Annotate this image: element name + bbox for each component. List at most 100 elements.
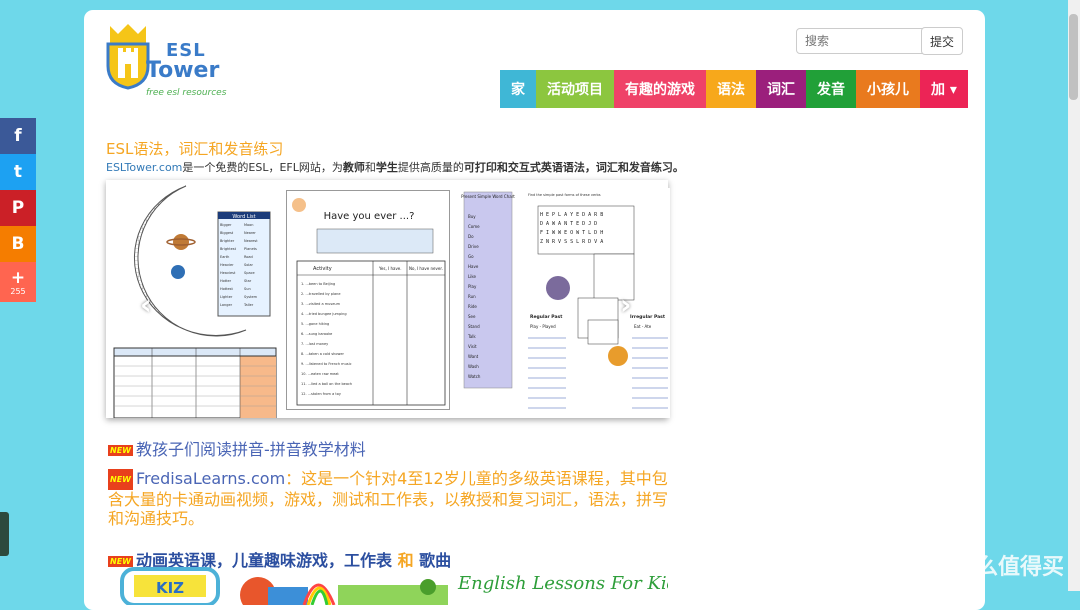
example-regular: Play - Played — [530, 324, 556, 329]
svg-text:H E P L A Y E D A R B: H E P L A Y E D A R B — [540, 212, 603, 218]
moon-wordsearch-graphic: Word List Bigger Moon Biggest Nearer Brigh… — [113, 185, 277, 418]
worksheet-slider[interactable]: Word List Bigger Moon Biggest Nearer Brigh… — [106, 180, 670, 418]
svg-text:Want: Want — [468, 354, 479, 359]
search-submit-button[interactable]: 提交 — [921, 27, 963, 55]
svg-text:F I W W E O W T L D H: F I W W E O W T L D H — [540, 230, 603, 236]
slide-vocab-worksheet: Word List Bigger Moon Biggest Nearer Brigh… — [106, 180, 282, 418]
svg-text:10. ...eaten raw meat: 10. ...eaten raw meat — [301, 372, 339, 376]
intro-students: 学生 — [375, 161, 398, 174]
svg-text:Stand: Stand — [468, 324, 480, 329]
facebook-icon: f — [14, 126, 22, 146]
kids-lessons-banner[interactable]: KIZ English Lessons For Kids — [108, 565, 668, 605]
smzdm-watermark: 值 什么值得买 — [912, 548, 1064, 582]
svg-text:7. ...lost money: 7. ...lost money — [301, 342, 328, 346]
site-logo[interactable]: ESL Tower free esl resources — [106, 22, 236, 102]
svg-text:Road: Road — [244, 255, 253, 259]
side-feedback-tab[interactable] — [0, 512, 9, 556]
svg-text:Bigger: Bigger — [220, 223, 232, 227]
news-item-pinyin[interactable]: NEW 教孩子们阅读拼音-拼音教学材料 — [108, 436, 366, 460]
svg-text:Heaviest: Heaviest — [220, 271, 236, 275]
svg-text:Hottest: Hottest — [220, 287, 233, 291]
pinterest-icon: P — [11, 198, 25, 218]
nav-activities[interactable]: 活动项目 — [536, 70, 614, 108]
blogger-share-button[interactable]: B — [0, 226, 36, 262]
svg-text:Ride: Ride — [468, 304, 477, 309]
past-tense-wordsearch-graphic: Present Simple Word Chart Buy Come Do Driv… — [461, 191, 668, 409]
intro-teachers: 教师 — [342, 161, 365, 174]
nav-pronunciation[interactable]: 发音 — [806, 70, 856, 108]
svg-text:See: See — [468, 314, 476, 319]
nav-more-dropdown[interactable]: 加 ▾ — [920, 70, 968, 108]
svg-text:Star: Star — [244, 279, 252, 283]
nav-vocabulary[interactable]: 词汇 — [756, 70, 806, 108]
search-input[interactable] — [796, 28, 926, 54]
svg-text:Have: Have — [468, 264, 479, 269]
twitter-share-button[interactable]: t — [0, 154, 36, 190]
pinterest-share-button[interactable]: P — [0, 190, 36, 226]
svg-text:Nearest: Nearest — [244, 239, 258, 243]
svg-text:Run: Run — [468, 294, 476, 299]
worksheet-title: Have you ever ...? — [324, 211, 415, 222]
svg-text:Brighter: Brighter — [220, 239, 235, 243]
svg-text:Moon: Moon — [244, 223, 254, 227]
svg-text:Drive: Drive — [468, 244, 479, 249]
col-no: No, I have never. — [409, 266, 443, 271]
tower-logo-icon — [106, 24, 150, 90]
svg-text:Brightest: Brightest — [220, 247, 237, 251]
find-text: Find the simple past forms of these verb… — [528, 193, 601, 197]
svg-text:1. ...been to Beijing: 1. ...been to Beijing — [301, 282, 335, 286]
svg-text:6. ...sung karaoke: 6. ...sung karaoke — [301, 332, 332, 336]
svg-text:9. ...listened to French music: 9. ...listened to French music — [301, 362, 352, 366]
svg-text:8. ...taken a cold shower: 8. ...taken a cold shower — [301, 352, 345, 356]
nav-grammar[interactable]: 语法 — [706, 70, 756, 108]
nav-kids[interactable]: 小孩儿 — [856, 70, 920, 108]
svg-text:Wash: Wash — [468, 364, 479, 369]
svg-text:Watch: Watch — [468, 374, 481, 379]
watermark-logo-icon: 值 — [912, 548, 946, 582]
svg-text:Like: Like — [468, 274, 477, 279]
chart-title: Present Simple Word Chart — [461, 194, 515, 199]
svg-text:Talk: Talk — [467, 334, 476, 339]
svg-text:Biggest: Biggest — [220, 231, 234, 235]
svg-text:Come: Come — [468, 224, 480, 229]
slide-word-chart: Present Simple Word Chart Buy Come Do Driv… — [458, 188, 670, 418]
svg-text:12. ...stolen from a toy: 12. ...stolen from a toy — [301, 392, 341, 396]
col-yes: Yes, I have. — [378, 266, 402, 271]
have-you-ever-worksheet-graphic: Have you ever ...? Activity Yes, I have.… — [292, 198, 446, 406]
svg-text:Nearer: Nearer — [244, 231, 256, 235]
word-list-title: Word List — [232, 214, 255, 220]
blogger-icon: B — [11, 234, 25, 254]
svg-text:Taller: Taller — [243, 303, 254, 307]
news-item-pinyin-text: 教孩子们阅读拼音-拼音教学材料 — [135, 440, 366, 459]
regular-past-label: Regular Past — [530, 314, 563, 320]
svg-text:Z N R V S S L R D V A: Z N R V S S L R D V A — [540, 239, 603, 245]
page-card: ESL Tower free esl resources 提交 家 活动项目 有… — [84, 10, 985, 610]
logo-text-tower: Tower — [146, 58, 220, 83]
svg-text:5. ...gone hiking: 5. ...gone hiking — [301, 322, 329, 326]
kiz-logo-text: KIZ — [156, 579, 184, 597]
intro-and: 和 — [364, 161, 376, 174]
site-link[interactable]: ESLTower.com — [106, 161, 182, 174]
fredisa-link[interactable]: FredisaLearns.com — [136, 469, 285, 488]
svg-text:2. ...travelled by plane: 2. ...travelled by plane — [301, 292, 341, 296]
svg-text:3. ...visited a museum: 3. ...visited a museum — [301, 302, 341, 306]
facebook-share-button[interactable]: f — [0, 118, 36, 154]
watermark-text: 什么值得买 — [954, 555, 1065, 580]
intro-bold2: 可打印和交互式英语语法，词汇和发音练习。 — [463, 161, 684, 174]
social-share-bar: f t P B + 255 — [0, 118, 36, 302]
svg-text:Longer: Longer — [220, 303, 233, 307]
col-activity: Activity — [313, 266, 332, 272]
more-share-button[interactable]: + 255 — [0, 262, 36, 302]
main-nav: 家 活动项目 有趣的游戏 语法 词汇 发音 小孩儿 加 ▾ — [500, 70, 968, 108]
scrollbar-thumb[interactable] — [1069, 14, 1078, 100]
news-item-fredisa[interactable]: NEW FredisaLearns.com：这是一个针对4至12岁儿童的多级英语课… — [108, 469, 678, 528]
svg-text:Buy: Buy — [468, 214, 476, 219]
svg-text:Hotter: Hotter — [220, 279, 232, 283]
nav-home[interactable]: 家 — [500, 70, 536, 108]
svg-text:Space: Space — [244, 271, 255, 275]
intro-part2: 提供高质量的 — [397, 161, 464, 174]
slide-have-you-ever: Have you ever ...? Activity Yes, I have.… — [286, 190, 450, 410]
slider-next-arrow[interactable]: › — [620, 288, 632, 321]
slider-prev-arrow[interactable]: ‹ — [140, 288, 152, 321]
nav-fun-games[interactable]: 有趣的游戏 — [614, 70, 706, 108]
